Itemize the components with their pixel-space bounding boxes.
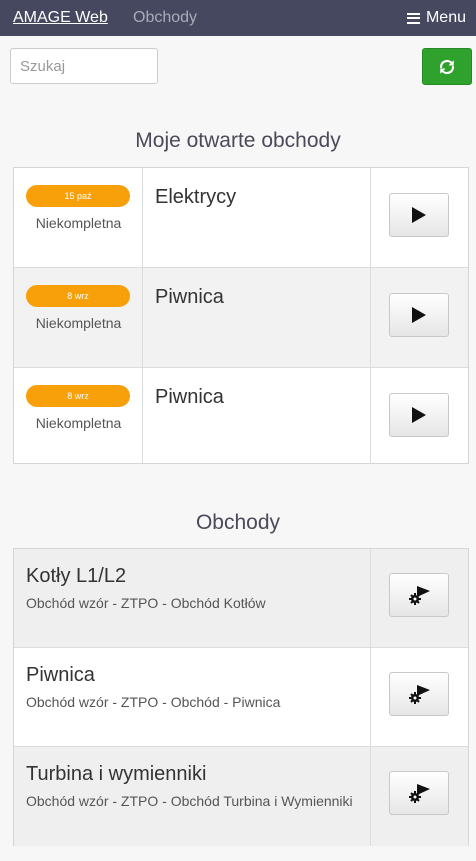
refresh-button[interactable] (422, 48, 472, 85)
status-text: Niekompletna (35, 415, 122, 431)
play-icon (412, 307, 426, 323)
start-round-button[interactable] (389, 672, 449, 716)
round-name: Piwnica (26, 664, 95, 686)
play-icon (412, 207, 426, 223)
brand-link[interactable]: AMAGE Web (13, 9, 108, 27)
table-row: Kotły L1/L2 Obchód wzór - ZTPO - Obchód … (14, 549, 468, 648)
date-badge: 8 wrz (26, 285, 130, 307)
nav-link-obchody[interactable]: Obchody (133, 9, 197, 27)
round-description: Obchód wzór - ZTPO - Obchód Turbina i Wy… (26, 793, 353, 809)
table-row: 8 wrz Niekompletna Piwnica (14, 368, 468, 463)
play-gear-icon (409, 784, 430, 803)
navbar: AMAGE Web Obchody Menu (0, 0, 476, 36)
table-row: Piwnica Obchód wzór - ZTPO - Obchód - Pi… (14, 648, 468, 747)
start-round-button[interactable] (389, 771, 449, 815)
round-name: Elektrycy (155, 186, 237, 208)
play-icon (412, 407, 426, 423)
menu-label: Menu (425, 9, 466, 26)
date-badge: 8 wrz (26, 385, 130, 407)
table-row: 8 wrz Niekompletna Piwnica (14, 268, 468, 368)
round-description: Obchód wzór - ZTPO - Obchód - Piwnica (26, 694, 281, 710)
play-button[interactable] (389, 193, 449, 237)
start-round-button[interactable] (389, 573, 449, 617)
round-name: Turbina i wymienniki (26, 763, 207, 785)
menu-button[interactable]: Menu (406, 9, 466, 27)
refresh-icon (439, 59, 455, 74)
play-button[interactable] (389, 293, 449, 337)
date-badge: 15 paź (26, 185, 130, 207)
rounds-title: Obchody (195, 511, 281, 534)
open-rounds-table: 15 paź Niekompletna Elektrycy 8 wrz Niek… (13, 167, 469, 464)
rounds-table: Kotły L1/L2 Obchód wzór - ZTPO - Obchód … (13, 548, 469, 846)
round-name: Kotły L1/L2 (26, 565, 127, 587)
status-text: Niekompletna (35, 315, 122, 331)
play-gear-icon (409, 685, 430, 704)
round-name: Piwnica (155, 386, 224, 408)
search-input[interactable] (10, 48, 158, 84)
table-row: 15 paź Niekompletna Elektrycy (14, 168, 468, 268)
play-gear-icon (409, 586, 430, 605)
round-name: Piwnica (155, 286, 224, 308)
open-rounds-title: Moje otwarte obchody (135, 129, 341, 152)
hamburger-icon (406, 12, 420, 24)
play-button[interactable] (389, 393, 449, 437)
status-text: Niekompletna (35, 215, 122, 231)
round-description: Obchód wzór - ZTPO - Obchód Kotłów (26, 595, 266, 611)
table-row: Turbina i wymienniki Obchód wzór - ZTPO … (14, 747, 468, 846)
